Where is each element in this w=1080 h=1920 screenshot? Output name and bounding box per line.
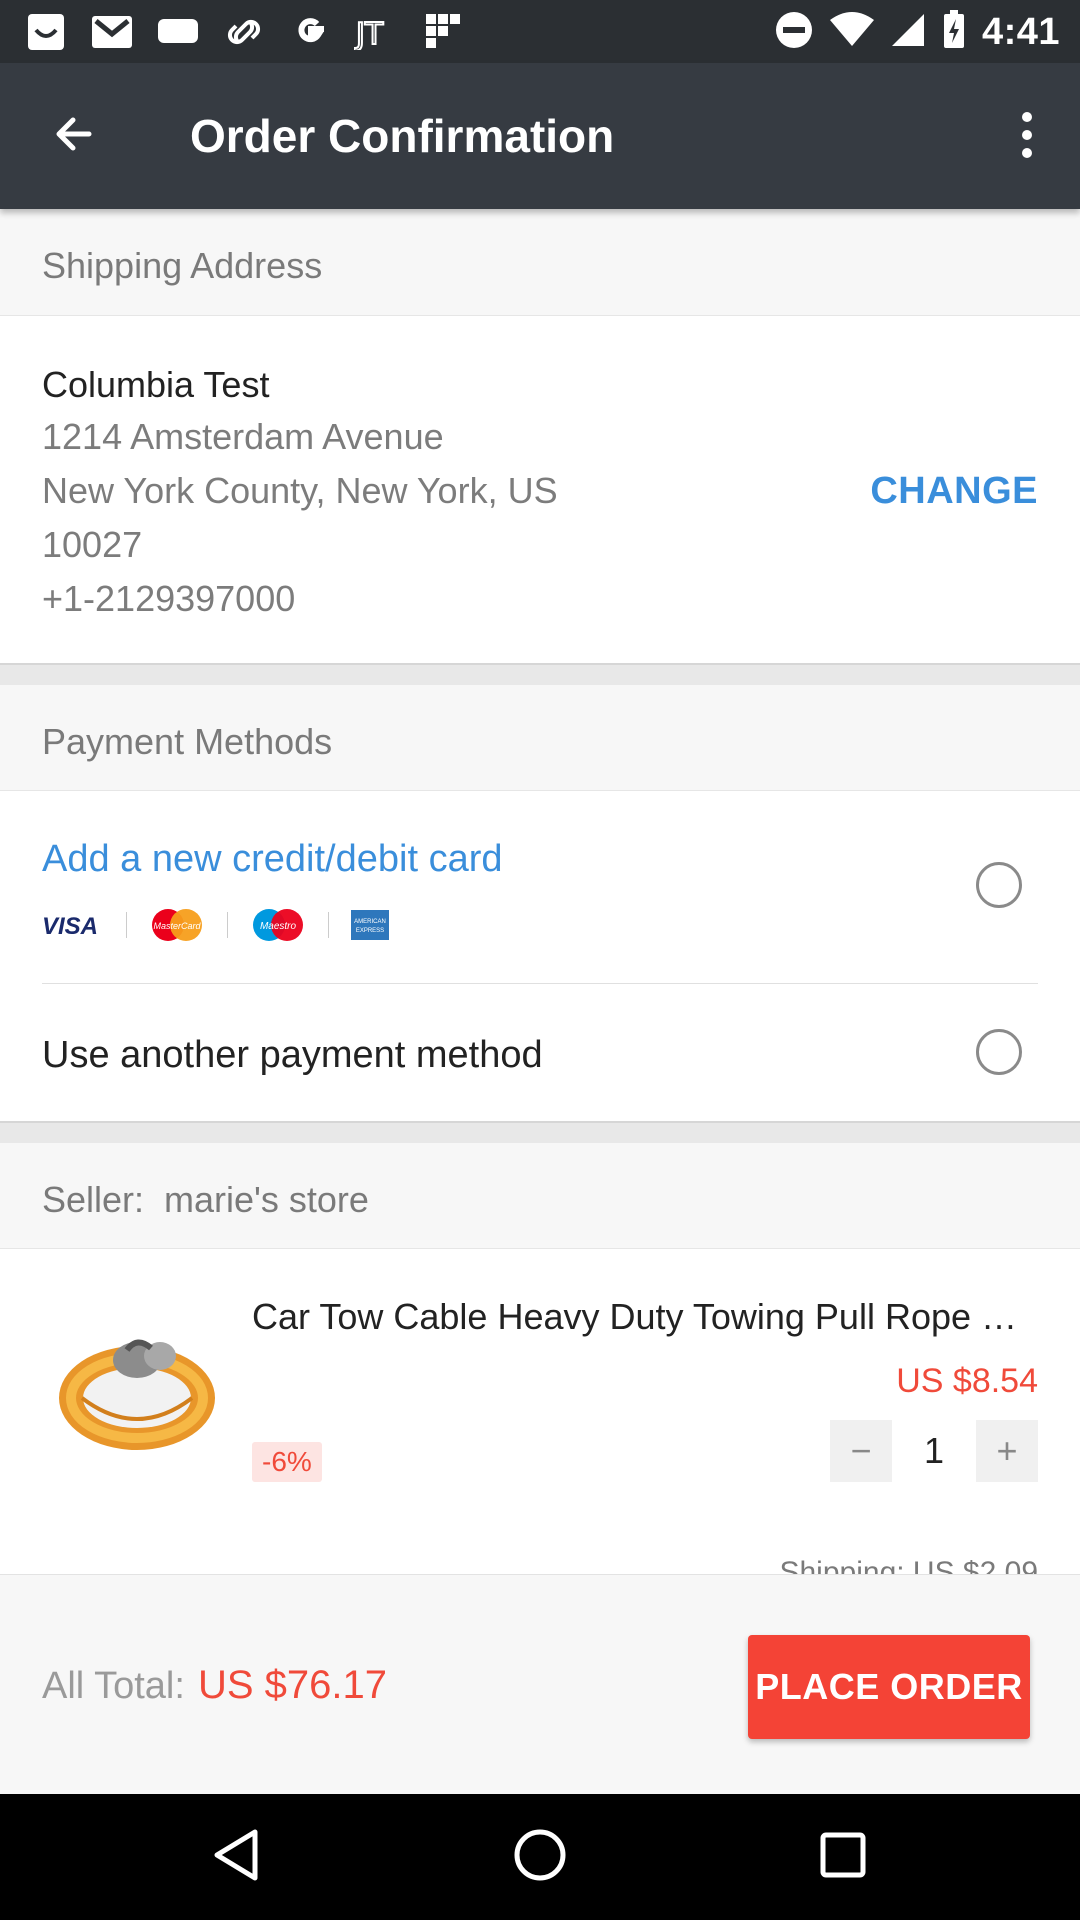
message-icon — [156, 12, 200, 52]
add-card-radio[interactable] — [976, 862, 1022, 908]
page-title: Order Confirmation — [190, 110, 615, 162]
logo-separator — [227, 912, 228, 938]
shipping-address-heading: Shipping Address — [42, 245, 323, 286]
status-bar: JT 4:41 — [0, 0, 1080, 63]
mastercard-logo: MasterCard — [149, 908, 205, 942]
link-app-icon — [222, 12, 266, 52]
discount-badge: -6% — [252, 1442, 322, 1482]
svg-text:AMERICAN: AMERICAN — [354, 919, 386, 925]
address-line-zip: 10027 — [42, 524, 143, 565]
circle-home-icon — [513, 1828, 567, 1887]
arrow-back-icon — [49, 110, 97, 163]
quantity-stepper: − 1 + — [830, 1420, 1038, 1482]
other-payment-radio[interactable] — [976, 1029, 1022, 1075]
amex-logo: AMERICAN EXPRESS — [351, 908, 389, 942]
payment-methods-heading: Payment Methods — [42, 721, 333, 762]
product-image[interactable] — [42, 1290, 232, 1480]
wifi-icon — [829, 11, 874, 53]
notification-icons: JT — [24, 10, 464, 54]
address-line-city: New York County, New York, US — [42, 470, 558, 511]
seller-name[interactable]: marie's store — [164, 1179, 369, 1221]
other-payment-label: Use another payment method — [42, 1034, 543, 1076]
shipping-cost: Shipping: US $2.09 — [779, 1556, 1038, 1576]
product-title[interactable]: Car Tow Cable Heavy Duty Towing Pull Rop… — [252, 1296, 1032, 1338]
total-value: US $76.17 — [198, 1663, 388, 1707]
logo-separator — [328, 912, 329, 938]
logo-separator — [126, 912, 127, 938]
add-card-label: Add a new credit/debit card — [42, 838, 503, 880]
nav-recents-button[interactable] — [808, 1822, 878, 1892]
address-line-phone: +1-2129397000 — [42, 578, 296, 619]
maestro-logo-text: Maestro — [260, 921, 297, 932]
checkout-bar: All Total: US $76.17 PLACE ORDER — [0, 1574, 1080, 1795]
section-divider — [0, 663, 1080, 685]
triangle-back-icon — [211, 1828, 261, 1887]
signal-icon — [890, 12, 926, 53]
product-price: US $8.54 — [896, 1362, 1038, 1400]
system-status: 4:41 — [774, 8, 1060, 56]
svg-text:JT: JT — [354, 17, 384, 50]
payment-row-separator — [42, 983, 1038, 984]
increase-quantity-button[interactable]: + — [976, 1420, 1038, 1482]
card-brand-logos: VISA MasterCard Maestro AMERICAN EXPRESS — [42, 908, 389, 942]
maestro-logo: Maestro — [250, 908, 306, 942]
quantity-value: 1 — [923, 1430, 945, 1471]
place-order-button[interactable]: PLACE ORDER — [748, 1635, 1030, 1739]
change-address-button[interactable]: CHANGE — [870, 470, 1038, 513]
clock: 4:41 — [981, 10, 1060, 53]
payment-methods-header: Payment Methods — [0, 685, 1080, 791]
back-button[interactable] — [38, 103, 108, 169]
do-not-disturb-icon — [774, 10, 814, 55]
visa-logo: VISA — [42, 908, 104, 942]
recipient-name: Columbia Test — [42, 364, 270, 405]
gmail-icon — [90, 12, 134, 52]
google-icon — [288, 12, 332, 52]
battery-charging-icon — [942, 9, 966, 55]
mastercard-logo-text: MasterCard — [153, 921, 201, 931]
grid-app-icon — [420, 12, 464, 52]
section-divider — [0, 1121, 1080, 1143]
visa-logo-text: VISA — [42, 913, 98, 937]
system-navigation-bar — [0, 1794, 1080, 1920]
more-vert-icon — [1019, 111, 1035, 164]
decrease-quantity-button[interactable]: − — [830, 1420, 892, 1482]
nav-home-button[interactable] — [505, 1822, 575, 1892]
total-label: All Total: — [42, 1665, 185, 1707]
seller-label: Seller: — [42, 1179, 145, 1220]
smile-app-icon — [24, 12, 68, 52]
app-bar: Order Confirmation — [0, 63, 1080, 209]
jt-app-icon: JT — [354, 12, 398, 52]
overflow-menu-button[interactable] — [992, 99, 1062, 175]
svg-text:EXPRESS: EXPRESS — [356, 928, 384, 934]
seller-header: Seller: marie's store — [0, 1143, 1080, 1249]
nav-back-button[interactable] — [201, 1822, 271, 1892]
shipping-address-header: Shipping Address — [0, 209, 1080, 316]
square-recents-icon — [819, 1831, 867, 1884]
address-line-street: 1214 Amsterdam Avenue — [42, 416, 444, 457]
